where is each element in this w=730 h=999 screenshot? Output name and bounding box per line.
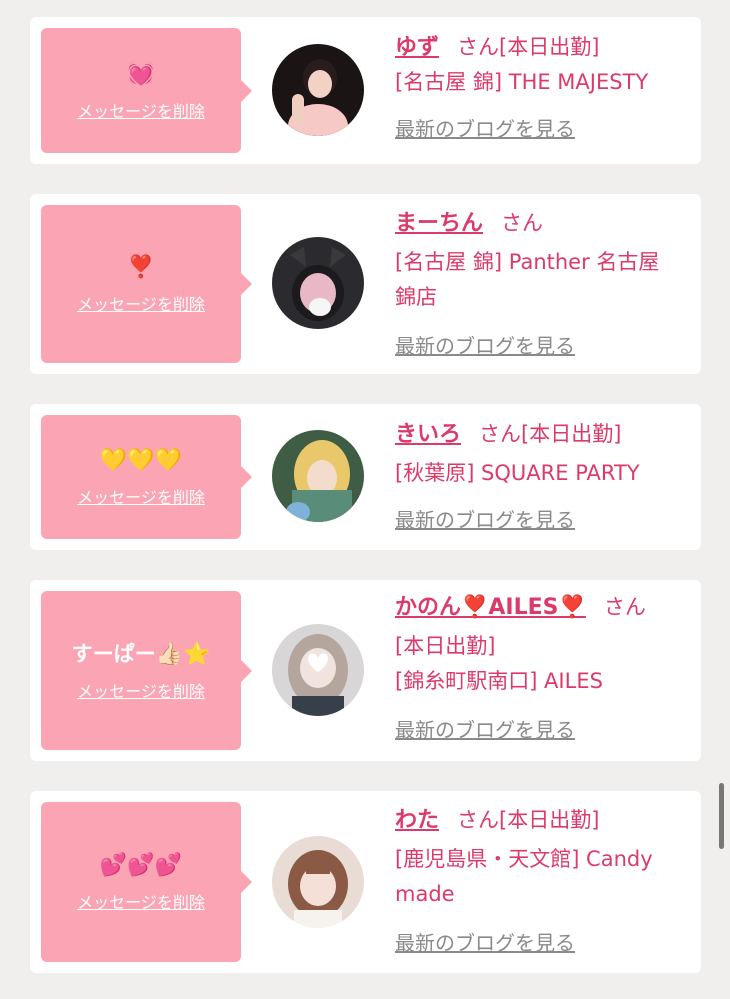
message-card: 💓 メッセージを削除 ゆず さん[本日出勤] [名古屋 錦] THE MAJEST… (30, 17, 701, 164)
shop-line: [鹿児島県・天文館] Candy (395, 847, 653, 871)
message-card: 💕💕💕 メッセージを削除 わた さん[本日出勤] [鹿児島県・天文館] Candy… (30, 791, 701, 973)
delete-message-link[interactable]: メッセージを削除 (77, 678, 205, 702)
honorific: さん (457, 35, 500, 59)
blog-link[interactable]: 最新のブログを見る (395, 713, 687, 748)
cast-name-link[interactable]: わた (395, 808, 439, 833)
message-card: すーぱー👍🏻⭐️ メッセージを削除 かのん❣️AILES❣️ さん [本日出勤] … (30, 580, 701, 761)
message-emoji: 💛💛💛 (99, 448, 183, 473)
delete-message-link[interactable]: メッセージを削除 (77, 291, 205, 315)
honorific: さん (479, 422, 522, 446)
cast-info: かのん❣️AILES❣️ さん [本日出勤] [錦糸町駅南口] AILES 最新の… (395, 590, 687, 748)
honorific: さん (603, 595, 646, 619)
blog-link[interactable]: 最新のブログを見る (395, 112, 687, 147)
message-bubble: 💓 メッセージを削除 (41, 28, 252, 153)
cast-name-link[interactable]: まーちん (395, 211, 483, 236)
message-emoji: ❣️ (127, 255, 155, 280)
cast-info: まーちん さん [名古屋 錦] Panther 名古屋 錦店 最新のブログを見る (395, 206, 687, 364)
scrollbar-thumb[interactable] (719, 783, 724, 849)
avatar[interactable] (272, 836, 364, 928)
message-bubble: 💛💛💛 メッセージを削除 (41, 415, 252, 539)
shop-line: [錦糸町駅南口] AILES (395, 669, 603, 693)
cast-name-link[interactable]: ゆず (395, 35, 439, 60)
message-emoji: 💕💕💕 (99, 853, 183, 878)
avatar[interactable] (272, 237, 364, 329)
delete-message-link[interactable]: メッセージを削除 (77, 98, 205, 122)
shop-line-continued: made (395, 882, 455, 906)
cast-info: わた さん[本日出勤] [鹿児島県・天文館] Candy made 最新のブログを… (395, 803, 687, 961)
avatar[interactable] (272, 430, 364, 522)
message-emoji: 💓 (127, 61, 155, 87)
message-bubble: すーぱー👍🏻⭐️ メッセージを削除 (41, 591, 252, 750)
blog-link[interactable]: 最新のブログを見る (395, 926, 687, 961)
shop-line: [名古屋 錦] Panther 名古屋 (395, 250, 660, 274)
avatar[interactable] (272, 44, 364, 136)
status-label: [本日出勤] (499, 808, 600, 832)
avatar[interactable] (272, 624, 364, 716)
cast-name-link[interactable]: きいろ (395, 422, 461, 447)
cast-name-link[interactable]: かのん❣️AILES❣️ (395, 595, 586, 620)
honorific: さん (501, 211, 544, 235)
shop-line: [秋葉原] SQUARE PARTY (395, 461, 640, 485)
blog-link[interactable]: 最新のブログを見る (395, 329, 687, 364)
message-bubble: 💕💕💕 メッセージを削除 (41, 802, 252, 962)
message-text: すーぱー (71, 642, 156, 666)
status-label: [本日出勤] (521, 422, 622, 446)
status-label: [本日出勤] (499, 35, 600, 59)
honorific: さん (457, 808, 500, 832)
message-emoji-icons: 👍🏻⭐️ (155, 642, 211, 667)
blog-link[interactable]: 最新のブログを見る (395, 503, 687, 538)
shop-line-continued: 錦店 (395, 285, 437, 309)
cast-info: きいろ さん[本日出勤] [秋葉原] SQUARE PARTY 最新のブログを見る (395, 417, 687, 538)
delete-message-link[interactable]: メッセージを削除 (77, 484, 205, 508)
status-label: [本日出勤] (395, 634, 496, 658)
message-emoji: すーぱー👍🏻⭐️ (72, 639, 211, 670)
shop-line: [名古屋 錦] THE MAJESTY (395, 70, 649, 94)
message-card: ❣️ メッセージを削除 まーちん さん [名古屋 錦] Panther 名古屋 錦… (30, 194, 701, 374)
message-bubble: ❣️ メッセージを削除 (41, 205, 252, 363)
message-card: 💛💛💛 メッセージを削除 きいろ さん[本日出勤] [秋葉原] SQUARE PA… (30, 404, 701, 550)
cast-info: ゆず さん[本日出勤] [名古屋 錦] THE MAJESTY 最新のブログを見る (395, 30, 687, 147)
delete-message-link[interactable]: メッセージを削除 (77, 889, 205, 913)
